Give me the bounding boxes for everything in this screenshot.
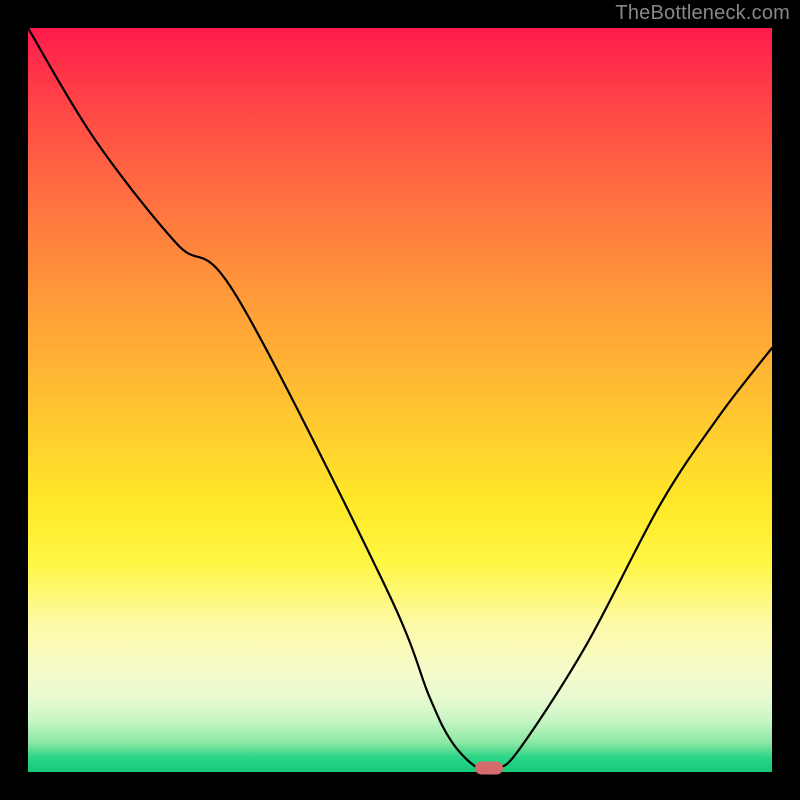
watermark-text: TheBottleneck.com: [615, 2, 790, 25]
optimal-point-marker: [475, 762, 503, 775]
plot-area: [28, 28, 772, 772]
bottleneck-curve: [28, 28, 772, 772]
chart-frame: TheBottleneck.com: [0, 0, 800, 800]
